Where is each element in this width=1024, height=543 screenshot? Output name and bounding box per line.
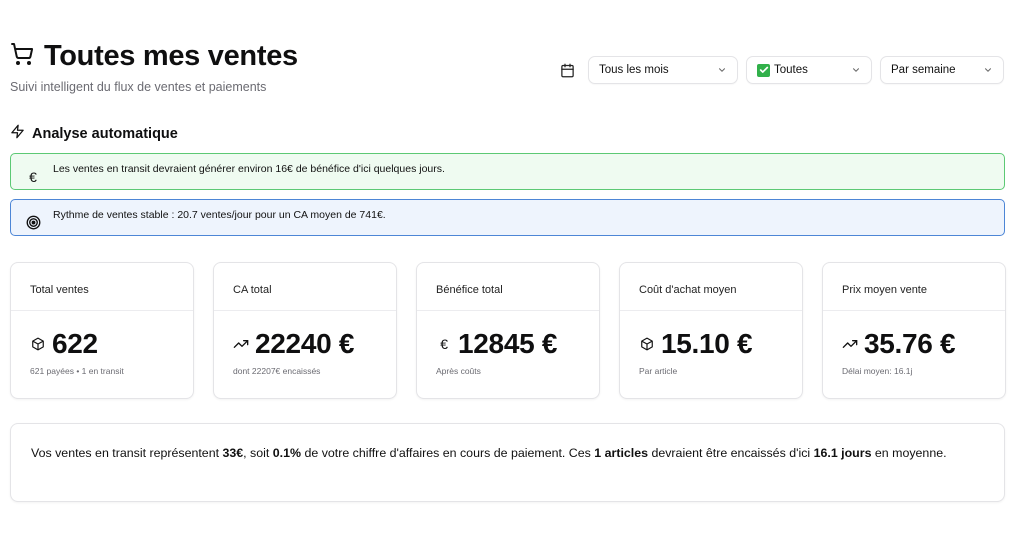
card-label: Total ventes — [11, 263, 193, 311]
target-icon — [25, 215, 41, 231]
month-select[interactable]: Tous les mois — [588, 56, 738, 84]
filters-bar: Tous les mois Toutes Par semaine — [558, 56, 1004, 84]
period-select[interactable]: Par semaine — [880, 56, 1004, 84]
card-subtext: 621 payées • 1 en transit — [30, 366, 124, 376]
transit-summary: Vos ventes en transit représentent 33€, … — [10, 423, 1005, 502]
card-avg-price: Prix moyen vente 35.76 € Délai moyen: 16… — [822, 262, 1006, 399]
summary-segment: Vos ventes en transit représentent — [31, 446, 223, 460]
card-label: CA total — [214, 263, 396, 311]
euro-icon: € — [440, 336, 448, 352]
card-total-profit: Bénéfice total € 12845 € Après coûts — [416, 262, 600, 399]
package-icon — [30, 336, 46, 352]
summary-segment: de votre chiffre d'affaires en cours de … — [301, 446, 595, 460]
status-select-value: Toutes — [774, 64, 808, 76]
period-select-value: Par semaine — [891, 64, 956, 76]
summary-text: Vos ventes en transit représentent 33€, … — [31, 443, 971, 464]
summary-highlight: 1 articles — [594, 446, 649, 460]
card-label: Prix moyen vente — [823, 263, 1005, 311]
chevron-down-icon — [718, 68, 726, 72]
card-label: Bénéfice total — [417, 263, 599, 311]
card-value: 622 — [52, 328, 98, 359]
title-row: Toutes mes ventes — [10, 38, 298, 74]
page-title: Toutes mes ventes — [44, 40, 298, 72]
month-select-value: Tous les mois — [599, 64, 669, 76]
page-header: Toutes mes ventes Suivi intelligent du f… — [10, 38, 298, 94]
alert-text: Les ventes en transit devraient générer … — [53, 163, 445, 175]
card-subtext: Délai moyen: 16.1j — [842, 366, 913, 376]
zap-icon — [10, 124, 25, 143]
card-value: 12845 € — [458, 328, 558, 359]
trending-up-icon — [233, 336, 249, 352]
package-icon — [639, 336, 655, 352]
calendar-icon — [558, 61, 576, 79]
card-subtext: Après coûts — [436, 366, 481, 376]
card-avg-cost: Coût d'achat moyen 15.10 € Par article — [619, 262, 803, 399]
page-subtitle: Suivi intelligent du flux de ventes et p… — [10, 80, 267, 94]
trending-up-icon — [842, 336, 858, 352]
card-subtext: dont 22207€ encaissés — [233, 366, 321, 376]
card-total-revenue: CA total 22240 € dont 22207€ encaissés — [213, 262, 397, 399]
chevron-down-icon — [852, 68, 860, 72]
chevron-down-icon — [984, 68, 992, 72]
summary-segment: en moyenne. — [871, 446, 947, 460]
check-mark-icon — [757, 63, 770, 77]
card-total-sales: Total ventes 622 621 payées • 1 en trans… — [10, 262, 194, 399]
alert-text: Rythme de ventes stable : 20.7 ventes/jo… — [53, 209, 386, 221]
euro-icon: € — [29, 168, 37, 185]
summary-highlight: 16.1 jours — [813, 446, 872, 460]
card-label: Coût d'achat moyen — [620, 263, 802, 311]
analysis-title-label: Analyse automatique — [32, 125, 178, 142]
card-value: 22240 € — [255, 328, 355, 359]
summary-highlight: 0.1% — [272, 446, 302, 460]
summary-highlight: 33€ — [222, 446, 244, 460]
alert-sales-rhythm: Rythme de ventes stable : 20.7 ventes/jo… — [10, 199, 1005, 236]
summary-segment: , soit — [243, 446, 273, 460]
card-value: 35.76 € — [864, 328, 956, 359]
stats-cards: Total ventes 622 621 payées • 1 en trans… — [10, 262, 1006, 399]
status-select[interactable]: Toutes — [746, 56, 872, 84]
analysis-title: Analyse automatique — [10, 124, 178, 143]
card-value: 15.10 € — [661, 328, 753, 359]
summary-segment: devraient être encaissés d'ici — [648, 446, 814, 460]
shopping-cart-icon — [10, 42, 34, 71]
alert-transit-profit: € Les ventes en transit devraient génére… — [10, 153, 1005, 190]
card-subtext: Par article — [639, 366, 678, 376]
